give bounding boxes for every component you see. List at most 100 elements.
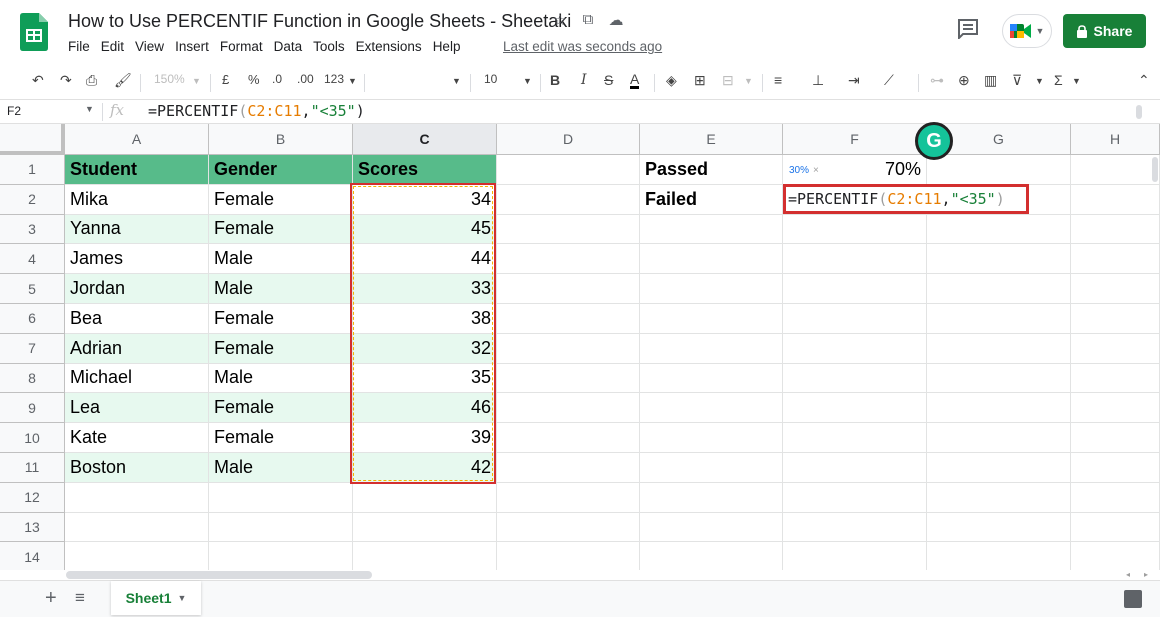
- cell-a13[interactable]: [65, 512, 209, 543]
- formula-input[interactable]: =PERCENTIF(C2:C11,"<35"): [148, 102, 365, 120]
- horizontal-scroll-thumb[interactable]: [66, 571, 372, 579]
- row-header-14[interactable]: 14: [0, 542, 65, 570]
- cell-g6[interactable]: [927, 304, 1071, 334]
- cell-c7[interactable]: 32: [353, 333, 497, 364]
- row-header-9[interactable]: 9: [0, 393, 65, 424]
- row-header-11[interactable]: 11: [0, 453, 65, 483]
- paint-format-icon[interactable]: 🖌: [114, 72, 132, 89]
- more-formats-button[interactable]: 123: [324, 72, 344, 86]
- row-header-5[interactable]: 5: [0, 274, 65, 304]
- formula-scroll[interactable]: [1136, 105, 1142, 119]
- cell-f14[interactable]: [783, 542, 927, 570]
- filter-icon[interactable]: ⊽: [1012, 72, 1022, 89]
- row-header-12[interactable]: 12: [0, 482, 65, 513]
- cell-a1[interactable]: Student: [65, 155, 209, 185]
- cell-h6[interactable]: [1071, 304, 1160, 334]
- add-sheet-icon[interactable]: +: [45, 587, 57, 610]
- menu-data[interactable]: Data: [274, 39, 303, 54]
- column-header-b[interactable]: B: [209, 124, 353, 155]
- cell-e14[interactable]: [640, 542, 783, 570]
- cell-d2[interactable]: [497, 184, 640, 215]
- cell-g8[interactable]: [927, 363, 1071, 394]
- cell-a7[interactable]: Adrian: [65, 333, 209, 364]
- cell-f10[interactable]: [783, 423, 927, 453]
- cell-g4[interactable]: [927, 244, 1071, 275]
- percent-format-button[interactable]: %: [248, 72, 260, 87]
- cell-g14[interactable]: [927, 542, 1071, 570]
- row-header-3[interactable]: 3: [0, 214, 65, 245]
- vertical-align-icon[interactable]: ⊥: [812, 72, 824, 89]
- cell-c9[interactable]: 46: [353, 393, 497, 424]
- cell-h5[interactable]: [1071, 274, 1160, 304]
- grammarly-icon[interactable]: G: [915, 122, 953, 160]
- row-header-10[interactable]: 10: [0, 423, 65, 453]
- cell-f12[interactable]: [783, 482, 927, 513]
- font-caret-icon[interactable]: ▼: [452, 76, 461, 86]
- meet-button[interactable]: ▼: [1002, 14, 1052, 48]
- name-box-caret-icon[interactable]: ▼: [85, 104, 94, 114]
- fill-color-icon[interactable]: ◈: [666, 72, 677, 89]
- cell-h10[interactable]: [1071, 423, 1160, 453]
- cell-c2[interactable]: 34: [353, 184, 497, 215]
- star-icon[interactable]: ☆: [551, 11, 569, 29]
- column-header-c[interactable]: C: [353, 124, 497, 155]
- cell-d6[interactable]: [497, 304, 640, 334]
- insert-chart-icon[interactable]: ▥: [984, 72, 997, 89]
- cell-d4[interactable]: [497, 244, 640, 275]
- cell-a14[interactable]: [65, 542, 209, 570]
- borders-icon[interactable]: ⊞: [694, 72, 706, 89]
- cell-a6[interactable]: Bea: [65, 304, 209, 334]
- cell-b11[interactable]: Male: [209, 453, 353, 483]
- cell-a11[interactable]: Boston: [65, 453, 209, 483]
- cell-e11[interactable]: [640, 453, 783, 483]
- cell-h9[interactable]: [1071, 393, 1160, 424]
- column-header-d[interactable]: D: [497, 124, 640, 155]
- column-header-e[interactable]: E: [640, 124, 783, 155]
- menu-view[interactable]: View: [135, 39, 164, 54]
- cell-a5[interactable]: Jordan: [65, 274, 209, 304]
- cloud-status-icon[interactable]: ☁: [607, 11, 625, 29]
- cell-g7[interactable]: [927, 333, 1071, 364]
- scroll-right-icon[interactable]: ▸: [1144, 570, 1148, 579]
- collapse-menus-icon[interactable]: ⌃: [1138, 72, 1150, 89]
- cell-a8[interactable]: Michael: [65, 363, 209, 394]
- cell-h3[interactable]: [1071, 214, 1160, 245]
- cell-f6[interactable]: [783, 304, 927, 334]
- cell-d9[interactable]: [497, 393, 640, 424]
- cell-b9[interactable]: Female: [209, 393, 353, 424]
- cell-f13[interactable]: [783, 512, 927, 543]
- row-header-13[interactable]: 13: [0, 512, 65, 543]
- sheets-logo-icon[interactable]: [20, 13, 48, 51]
- move-folder-icon[interactable]: ⧉: [579, 11, 597, 29]
- last-edit-link[interactable]: Last edit was seconds ago: [503, 39, 662, 54]
- cell-h13[interactable]: [1071, 512, 1160, 543]
- cell-h11[interactable]: [1071, 453, 1160, 483]
- cell-e3[interactable]: [640, 214, 783, 245]
- cell-c13[interactable]: [353, 512, 497, 543]
- zoom-select[interactable]: 150%: [154, 72, 185, 86]
- cell-b2[interactable]: Female: [209, 184, 353, 215]
- cell-e4[interactable]: [640, 244, 783, 275]
- row-header-1[interactable]: 1: [0, 155, 65, 185]
- cell-g9[interactable]: [927, 393, 1071, 424]
- menu-help[interactable]: Help: [433, 39, 461, 54]
- cell-d13[interactable]: [497, 512, 640, 543]
- cell-e12[interactable]: [640, 482, 783, 513]
- cell-b14[interactable]: [209, 542, 353, 570]
- menu-file[interactable]: File: [68, 39, 90, 54]
- cell-a10[interactable]: Kate: [65, 423, 209, 453]
- cell-h7[interactable]: [1071, 333, 1160, 364]
- cell-d7[interactable]: [497, 333, 640, 364]
- column-header-f[interactable]: F: [783, 124, 927, 155]
- cell-c3[interactable]: 45: [353, 214, 497, 245]
- print-icon[interactable]: ⎙: [86, 72, 97, 89]
- cell-g5[interactable]: [927, 274, 1071, 304]
- explore-icon[interactable]: [1124, 590, 1142, 608]
- cell-a9[interactable]: Lea: [65, 393, 209, 424]
- vertical-scroll-thumb[interactable]: [1152, 157, 1158, 182]
- scroll-left-icon[interactable]: ◂: [1126, 570, 1130, 579]
- menu-format[interactable]: Format: [220, 39, 263, 54]
- column-header-h[interactable]: H: [1071, 124, 1160, 155]
- cell-a4[interactable]: James: [65, 244, 209, 275]
- insert-link-icon[interactable]: ⊶: [930, 72, 944, 89]
